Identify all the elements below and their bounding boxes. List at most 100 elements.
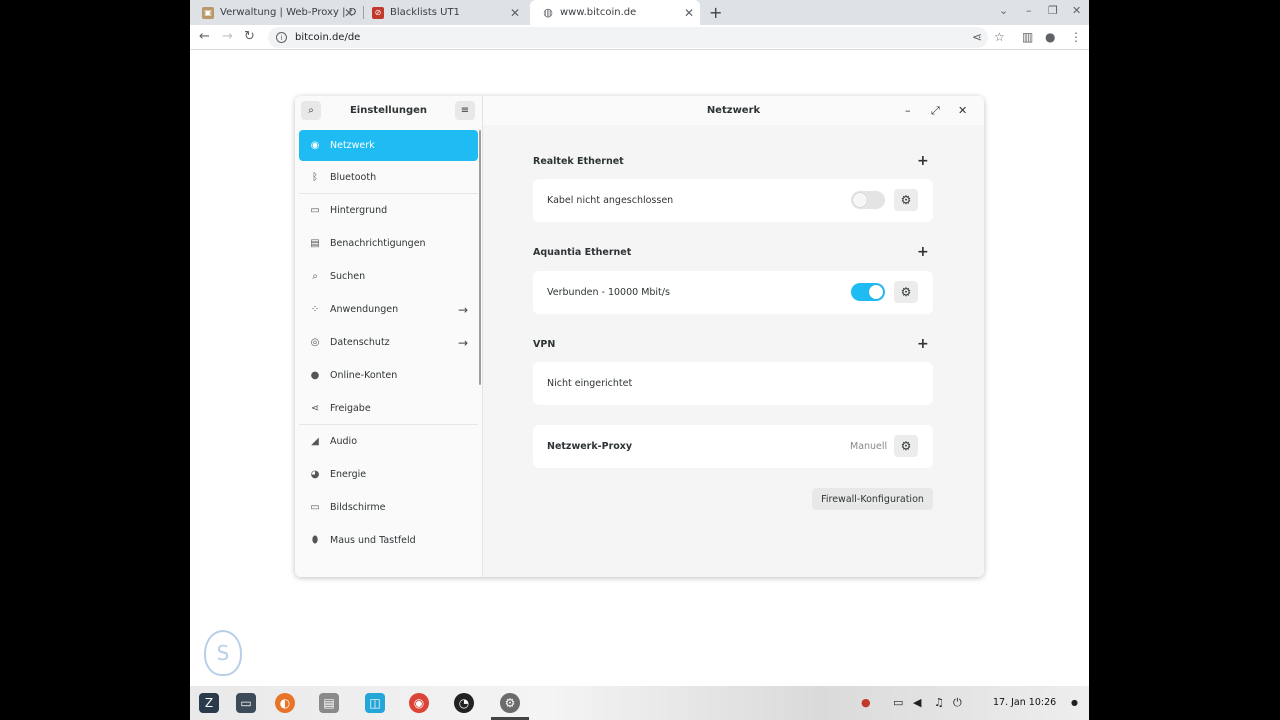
close-icon[interactable]: ✕ bbox=[510, 6, 520, 20]
realtek-status: Kabel nicht angeschlossen bbox=[547, 195, 674, 206]
sidebar-item-bildschirme[interactable]: ▭ Bildschirme bbox=[299, 491, 478, 524]
tab-web-proxy[interactable]: ▣ Verwaltung | Web-Proxy | D ✕ bbox=[190, 0, 360, 25]
notification-dot-icon[interactable]: ● bbox=[1071, 698, 1078, 707]
power-icon[interactable]: ⏻ bbox=[953, 696, 962, 710]
close-icon[interactable]: ✕ bbox=[958, 104, 967, 117]
tab-bitcoin[interactable]: ◍ www.bitcoin.de ✕ bbox=[530, 0, 700, 25]
back-icon[interactable]: ← bbox=[199, 29, 210, 44]
sidebar-item-online-konten[interactable]: ● Online-Konten bbox=[299, 359, 478, 392]
close-window-icon[interactable]: ✕ bbox=[1072, 4, 1081, 17]
aquantia-toggle[interactable] bbox=[851, 283, 885, 301]
bookmark-star-icon[interactable]: ☆ bbox=[994, 30, 1005, 44]
sidebar-item-datenschutz[interactable]: ◎ Datenschutz → bbox=[299, 326, 478, 359]
toggle-knob bbox=[853, 193, 867, 207]
record-icon[interactable]: ● bbox=[861, 696, 871, 709]
address-bar[interactable]: i bitcoin.de/de bbox=[268, 27, 988, 48]
sidebar-item-label: Hintergrund bbox=[330, 205, 388, 216]
sidebar-item-label: Maus und Tastfeld bbox=[330, 535, 416, 546]
sidebar-item-energie[interactable]: ◕ Energie bbox=[299, 458, 478, 491]
sidebar-item-netzwerk[interactable]: ◉ Netzwerk bbox=[299, 130, 478, 161]
screen-icon[interactable]: ▭ bbox=[893, 696, 903, 709]
sidebar-item-label: Freigabe bbox=[330, 402, 371, 414]
notifications-icon: ▤ bbox=[310, 238, 320, 249]
blacklist-favicon-icon: ⊘ bbox=[372, 6, 384, 19]
watermark-logo: S bbox=[204, 630, 242, 676]
obs-icon[interactable]: ◔ bbox=[454, 693, 474, 713]
tab-title: Verwaltung | Web-Proxy | D bbox=[220, 7, 357, 18]
gear-icon[interactable]: ⚙ bbox=[894, 281, 918, 303]
sidebar-item-anwendungen[interactable]: ⁘ Anwendungen → bbox=[299, 293, 478, 326]
realtek-toggle[interactable] bbox=[851, 191, 885, 209]
menu-icon[interactable]: ⋮ bbox=[1070, 30, 1082, 44]
sidebar-item-label: Suchen bbox=[330, 271, 366, 282]
display-icon: ▭ bbox=[310, 502, 320, 513]
add-vpn-icon[interactable]: + bbox=[917, 336, 929, 352]
sidebar-item-bluetooth[interactable]: ᛒ Bluetooth bbox=[299, 161, 478, 194]
tab-title: Blacklists UT1 bbox=[390, 7, 460, 18]
search-icon[interactable]: ⌕ bbox=[301, 101, 321, 120]
sidebar-item-label: Anwendungen bbox=[330, 304, 399, 315]
realtek-connection-row: Kabel nicht angeschlossen ⚙ bbox=[533, 179, 933, 222]
new-tab-icon[interactable]: + bbox=[709, 3, 722, 22]
network-panel: Netzwerk – ⤢ ✕ Realtek Ethernet + Kabel … bbox=[483, 96, 984, 577]
search-icon: ⌕ bbox=[312, 271, 318, 282]
profile-icon[interactable]: ● bbox=[1045, 30, 1055, 44]
forward-icon[interactable]: → bbox=[222, 29, 233, 44]
vpn-status: Nicht eingerichtet bbox=[547, 378, 633, 389]
bluetooth-icon: ᛒ bbox=[312, 171, 318, 183]
minimize-icon[interactable]: – bbox=[905, 104, 911, 117]
add-aquantia-icon[interactable]: + bbox=[917, 244, 929, 260]
sidebar-scrollbar[interactable] bbox=[479, 130, 481, 385]
volume-icon[interactable]: ◀ bbox=[913, 696, 921, 709]
share-icon[interactable]: ⋖ bbox=[972, 30, 982, 44]
files-icon[interactable]: ▤ bbox=[319, 693, 339, 713]
add-realtek-icon[interactable]: + bbox=[917, 153, 929, 169]
restore-icon[interactable]: ❐ bbox=[1048, 4, 1058, 17]
gear-icon[interactable]: ⚙ bbox=[894, 435, 918, 457]
info-icon[interactable]: i bbox=[276, 32, 287, 43]
hamburger-menu-icon[interactable]: ≡ bbox=[455, 101, 475, 120]
sidebar-item-maus-und-tastfeld[interactable]: ⬮ Maus und Tastfeld bbox=[299, 524, 478, 557]
sidebar-item-label: Audio bbox=[330, 436, 358, 447]
reload-icon[interactable]: ↻ bbox=[244, 29, 255, 44]
sidebar-item-label: Online-Konten bbox=[330, 370, 398, 381]
chrome-icon[interactable]: ◉ bbox=[409, 693, 429, 713]
sidebar-item-label: Benachrichtigungen bbox=[330, 238, 426, 249]
sidebar-item-hintergrund[interactable]: ▭ Hintergrund bbox=[299, 194, 478, 227]
mouse-icon: ⬮ bbox=[311, 535, 319, 546]
sidebar-title: Einstellungen bbox=[349, 105, 428, 116]
close-icon[interactable]: ✕ bbox=[344, 6, 354, 20]
settings-app-icon[interactable]: ⚙ bbox=[500, 693, 520, 713]
software-store-icon[interactable]: ◫ bbox=[365, 693, 385, 713]
sidebar-item-label: Energie bbox=[330, 469, 367, 480]
maximize-icon[interactable]: ⤢ bbox=[931, 104, 940, 118]
close-icon[interactable]: ✕ bbox=[684, 6, 694, 20]
proxy-value: Manuell bbox=[850, 441, 888, 452]
microphone-icon[interactable]: ♫ bbox=[934, 696, 944, 709]
network-proxy-row[interactable]: Netzwerk-Proxy Manuell ⚙ bbox=[533, 425, 933, 468]
tab-strip: ▣ Verwaltung | Web-Proxy | D ✕ ⊘ Blackli… bbox=[190, 0, 1089, 25]
chevron-down-icon[interactable]: ⌄ bbox=[999, 4, 1008, 17]
tab-blacklists[interactable]: ⊘ Blacklists UT1 ✕ bbox=[360, 0, 526, 25]
firewall-config-button[interactable]: Firewall-Konfiguration bbox=[812, 488, 933, 510]
sidepanel-icon[interactable]: ▥ bbox=[1022, 30, 1033, 44]
aquantia-connection-row: Verbunden - 10000 Mbit/s ⚙ bbox=[533, 271, 933, 314]
window-switcher-icon[interactable]: ▭ bbox=[236, 693, 256, 713]
sidebar-item-freigabe[interactable]: ⋖ Freigabe bbox=[299, 392, 478, 425]
tab-title: www.bitcoin.de bbox=[560, 7, 637, 18]
proxy-label: Netzwerk-Proxy bbox=[547, 441, 633, 452]
clock[interactable]: 17. Jan 10:26 bbox=[993, 697, 1056, 708]
sidebar-item-benachrichtigungen[interactable]: ▤ Benachrichtigungen bbox=[299, 227, 478, 260]
sidebar-item-audio[interactable]: ◢ Audio bbox=[299, 425, 478, 458]
taskbar: Z ▭ ◐ ▤ ◫ ◉ ◔ ⚙ ● ▭ ◀ ♫ ⏻ 17. Jan 10:26 … bbox=[190, 686, 1089, 720]
sidebar-item-label: Bluetooth bbox=[330, 171, 377, 183]
section-title-vpn: VPN bbox=[533, 339, 556, 350]
zorin-menu-icon[interactable]: Z bbox=[199, 693, 219, 713]
sidebar-header: ⌕ Einstellungen ≡ bbox=[295, 96, 482, 125]
sidebar-item-suchen[interactable]: ⌕ Suchen bbox=[299, 260, 478, 293]
minimize-icon[interactable]: – bbox=[1026, 4, 1032, 17]
firefox-icon[interactable]: ◐ bbox=[275, 693, 295, 713]
gear-icon[interactable]: ⚙ bbox=[894, 189, 918, 211]
network-icon: ◉ bbox=[310, 140, 320, 151]
sidebar-item-label: Netzwerk bbox=[330, 140, 375, 151]
